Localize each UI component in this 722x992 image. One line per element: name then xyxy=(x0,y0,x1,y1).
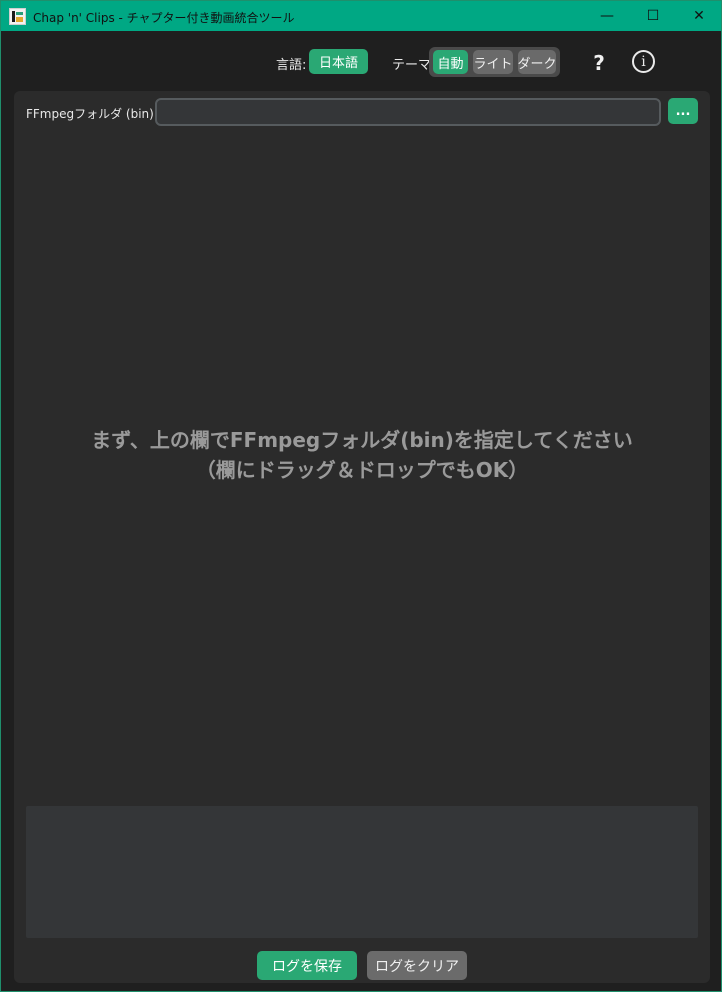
theme-light-button[interactable]: ライト xyxy=(473,50,513,74)
app-logo-icon xyxy=(9,8,26,25)
help-icon[interactable]: ? xyxy=(587,49,611,77)
theme-auto-button[interactable]: 自動 xyxy=(433,50,468,74)
close-icon: ✕ xyxy=(693,8,705,24)
minimize-icon: — xyxy=(600,8,614,24)
toolbar: 言語: 日本語 テーマ: 自動 ライト ダーク ? i xyxy=(1,31,721,89)
window-title: Chap 'n' Clips - チャプター付き動画統合ツール xyxy=(33,11,295,25)
browse-button[interactable]: ... xyxy=(668,98,698,124)
language-label: 言語: xyxy=(276,58,307,73)
clear-log-button[interactable]: ログをクリア xyxy=(367,951,467,980)
ffmpeg-folder-label: FFmpegフォルダ (bin): xyxy=(26,107,158,121)
language-button[interactable]: 日本語 xyxy=(309,49,368,74)
hint-line-2: （欄にドラッグ＆ドロップでもOK） xyxy=(195,458,529,482)
hint-line-1: まず、上の欄でFFmpegフォルダ(bin)を指定してください xyxy=(91,428,633,452)
app-window: Chap 'n' Clips - チャプター付き動画統合ツール — ☐ ✕ 言語… xyxy=(0,0,722,992)
minimize-button[interactable]: — xyxy=(584,1,630,31)
save-log-button[interactable]: ログを保存 xyxy=(257,951,357,980)
maximize-button[interactable]: ☐ xyxy=(630,1,676,31)
ffmpeg-folder-input[interactable] xyxy=(155,98,661,126)
maximize-icon: ☐ xyxy=(646,8,660,24)
main-panel: FFmpegフォルダ (bin): ... まず、上の欄でFFmpegフォルダ(… xyxy=(14,91,710,983)
close-button[interactable]: ✕ xyxy=(676,1,722,31)
info-icon[interactable]: i xyxy=(632,50,655,73)
title-bar[interactable]: Chap 'n' Clips - チャプター付き動画統合ツール — ☐ ✕ xyxy=(1,1,721,31)
instruction-hint: まず、上の欄でFFmpegフォルダ(bin)を指定してください （欄にドラッグ＆… xyxy=(14,425,710,485)
theme-dark-button[interactable]: ダーク xyxy=(518,50,557,74)
log-textbox[interactable] xyxy=(26,806,698,938)
